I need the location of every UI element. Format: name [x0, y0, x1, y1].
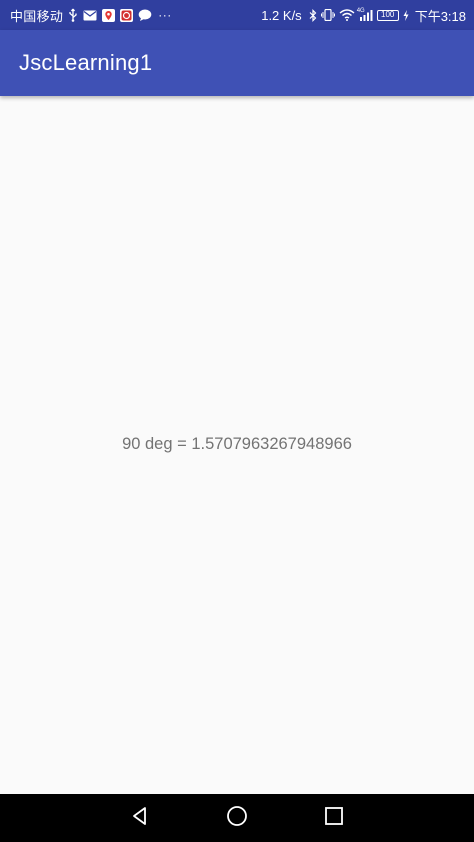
home-icon — [226, 805, 248, 831]
bluetooth-icon — [309, 8, 317, 22]
charging-icon — [403, 9, 409, 21]
battery-indicator: 100 — [376, 9, 399, 21]
back-icon — [130, 806, 150, 830]
home-button[interactable] — [213, 794, 261, 842]
mail-icon — [83, 10, 97, 21]
photo-app-icon — [120, 8, 134, 22]
chat-icon — [138, 9, 152, 21]
network-speed: 1.2 K/s — [261, 7, 302, 23]
status-bar-right: 1.2 K/s 4G 100 下午3:18 — [261, 0, 466, 30]
clock: 下午3:18 — [414, 8, 466, 24]
screen: 中国移动 ··· 1.2 K/s 4G 100 下午3:18 JscLearni… — [0, 0, 474, 842]
app-title: JscLearning1 — [19, 50, 153, 75]
wifi-icon — [339, 9, 355, 21]
vibrate-icon — [320, 9, 335, 21]
signal-icon: 4G — [356, 8, 373, 21]
network-type-label: 4G — [356, 8, 365, 14]
navigation-bar — [0, 794, 474, 842]
main-content: 90 deg = 1.5707963267948966 — [0, 96, 474, 794]
recents-button[interactable] — [310, 794, 358, 842]
back-button[interactable] — [116, 794, 164, 842]
status-bar: 中国移动 ··· 1.2 K/s 4G 100 下午3:18 — [0, 0, 474, 30]
result-text: 90 deg = 1.5707963267948966 — [122, 435, 352, 453]
status-bar-left: 中国移动 ··· — [10, 0, 172, 30]
carrier-name: 中国移动 — [10, 8, 64, 24]
usb-icon — [68, 8, 78, 22]
app-bar: JscLearning1 — [0, 30, 474, 96]
map-app-icon — [102, 8, 116, 22]
recents-icon — [324, 806, 344, 830]
more-notifications-icon: ··· — [158, 8, 172, 22]
